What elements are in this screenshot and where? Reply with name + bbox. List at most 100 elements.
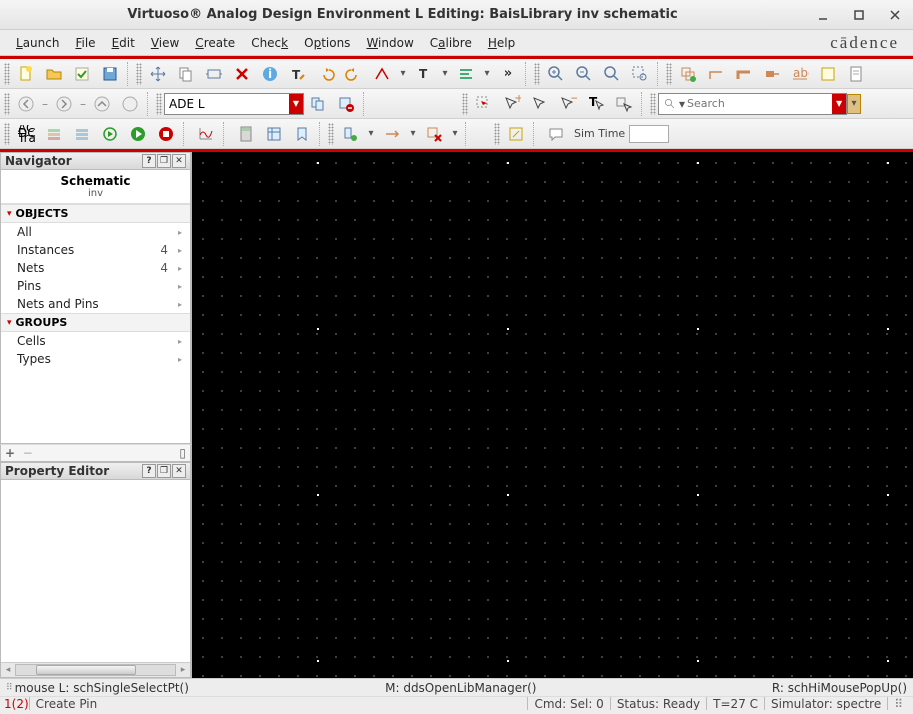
nav-home-icon[interactable] <box>117 92 143 116</box>
nav-row-types[interactable]: Types▸ <box>1 350 190 368</box>
grip-icon[interactable] <box>136 63 142 85</box>
menu-check[interactable]: Check <box>243 33 296 53</box>
nav-back-icon[interactable] <box>13 92 39 116</box>
menu-launch[interactable]: Launch <box>8 33 67 53</box>
results-icon[interactable] <box>261 122 287 146</box>
dropdown-icon[interactable]: ▾ <box>438 63 452 85</box>
wire-icon[interactable] <box>703 62 729 86</box>
hscrollbar[interactable]: ◂▸ <box>1 662 190 677</box>
collapse-icon[interactable]: ▯ <box>179 446 186 460</box>
close-button[interactable] <box>883 5 907 25</box>
minimize-button[interactable] <box>811 5 835 25</box>
save-icon[interactable] <box>97 62 123 86</box>
var-icon[interactable] <box>41 122 67 146</box>
add-icon[interactable]: + <box>5 446 15 460</box>
cursor-box-icon[interactable] <box>611 92 637 116</box>
menu-calibre[interactable]: Calibre <box>422 33 480 53</box>
probe-i-icon[interactable] <box>379 122 405 146</box>
open-folder-icon[interactable] <box>41 62 67 86</box>
select-marker-icon[interactable] <box>471 92 497 116</box>
nav-row-instances[interactable]: Instances4▸ <box>1 241 190 259</box>
menu-edit[interactable]: Edit <box>104 33 143 53</box>
dropdown-icon[interactable]: ▾ <box>448 123 462 145</box>
move-icon[interactable] <box>145 62 171 86</box>
grip-icon[interactable] <box>156 93 162 115</box>
redo-icon[interactable] <box>341 62 367 86</box>
dropdown-icon[interactable]: ▾ <box>480 63 494 85</box>
text-icon[interactable]: T <box>285 62 311 86</box>
cursor-plus-icon[interactable]: + <box>499 92 525 116</box>
section-objects[interactable]: OBJECTS <box>1 204 190 223</box>
menu-window[interactable]: Window <box>358 33 421 53</box>
pin-icon[interactable] <box>759 62 785 86</box>
dropdown-icon[interactable]: ▾ <box>364 123 378 145</box>
zoom-fit-icon[interactable] <box>599 62 625 86</box>
dropdown-icon[interactable]: ▾ <box>406 123 420 145</box>
workspace-combo[interactable]: ADE L▼ <box>164 93 304 115</box>
dropdown-icon[interactable]: ▾ <box>396 63 410 85</box>
grip-icon[interactable] <box>494 123 500 145</box>
search-dropdown[interactable]: ▾ <box>847 94 861 114</box>
delete-icon[interactable] <box>229 62 255 86</box>
nav-row-all[interactable]: All▸ <box>1 223 190 241</box>
nav-fwd-icon[interactable] <box>51 92 77 116</box>
annotate-icon[interactable] <box>289 122 315 146</box>
run-icon[interactable] <box>125 122 151 146</box>
check-save-icon[interactable] <box>69 62 95 86</box>
new-file-icon[interactable] <box>13 62 39 86</box>
help-button[interactable]: ? <box>142 154 156 168</box>
copy-icon[interactable] <box>173 62 199 86</box>
nav-row-netspins[interactable]: Nets and Pins▸ <box>1 295 190 313</box>
zoom-select-icon[interactable] <box>627 62 653 86</box>
text-style-icon[interactable]: T <box>411 62 437 86</box>
zoom-in-icon[interactable] <box>543 62 569 86</box>
menu-options[interactable]: Options <box>296 33 358 53</box>
acdc-icon[interactable]: ACDCTrans <box>13 122 39 146</box>
undock-button[interactable]: ❐ <box>157 464 171 478</box>
nav-row-cells[interactable]: Cells▸ <box>1 332 190 350</box>
menu-create[interactable]: Create <box>187 33 243 53</box>
grip-icon[interactable] <box>666 63 672 85</box>
nav-up-icon[interactable] <box>89 92 115 116</box>
probe-v-icon[interactable] <box>337 122 363 146</box>
sheet-icon[interactable] <box>843 62 869 86</box>
grip-icon[interactable] <box>650 93 656 115</box>
snap-icon[interactable] <box>503 122 529 146</box>
cursor-text-icon[interactable]: T <box>583 92 609 116</box>
instance-icon[interactable] <box>675 62 701 86</box>
ws-delete-icon[interactable] <box>333 92 359 116</box>
cursor-minus-icon[interactable]: − <box>555 92 581 116</box>
section-groups[interactable]: GROUPS <box>1 313 190 332</box>
plot-icon[interactable] <box>193 122 219 146</box>
close-panel-button[interactable]: ✕ <box>172 464 186 478</box>
schematic-canvas[interactable] <box>192 152 913 678</box>
wide-wire-icon[interactable] <box>731 62 757 86</box>
calc-icon[interactable] <box>233 122 259 146</box>
remove-icon[interactable]: − <box>23 446 33 460</box>
stretch-icon[interactable] <box>201 62 227 86</box>
undo-icon[interactable] <box>313 62 339 86</box>
menu-file[interactable]: File <box>67 33 103 53</box>
stop-icon[interactable] <box>153 122 179 146</box>
probe-del-icon[interactable] <box>421 122 447 146</box>
info-icon[interactable]: i <box>257 62 283 86</box>
comment-icon[interactable] <box>543 122 569 146</box>
netlist-icon[interactable] <box>97 122 123 146</box>
grip-icon[interactable] <box>4 63 10 85</box>
undock-button[interactable]: ❐ <box>157 154 171 168</box>
note-icon[interactable] <box>815 62 841 86</box>
nav-row-pins[interactable]: Pins▸ <box>1 277 190 295</box>
label-icon[interactable]: abc <box>787 62 813 86</box>
grip-icon[interactable] <box>534 63 540 85</box>
resize-grip-icon[interactable]: ⠿ <box>887 697 909 711</box>
nav-row-nets[interactable]: Nets4▸ <box>1 259 190 277</box>
simtime-field[interactable] <box>629 125 669 143</box>
menu-help[interactable]: Help <box>480 33 523 53</box>
align-icon[interactable] <box>453 62 479 86</box>
grip-icon[interactable] <box>4 93 10 115</box>
cursor-icon[interactable] <box>527 92 553 116</box>
maximize-button[interactable] <box>847 5 871 25</box>
search-input[interactable] <box>687 97 832 110</box>
help-button[interactable]: ? <box>142 464 156 478</box>
search-box[interactable]: ▾ ▼ <box>658 93 847 115</box>
